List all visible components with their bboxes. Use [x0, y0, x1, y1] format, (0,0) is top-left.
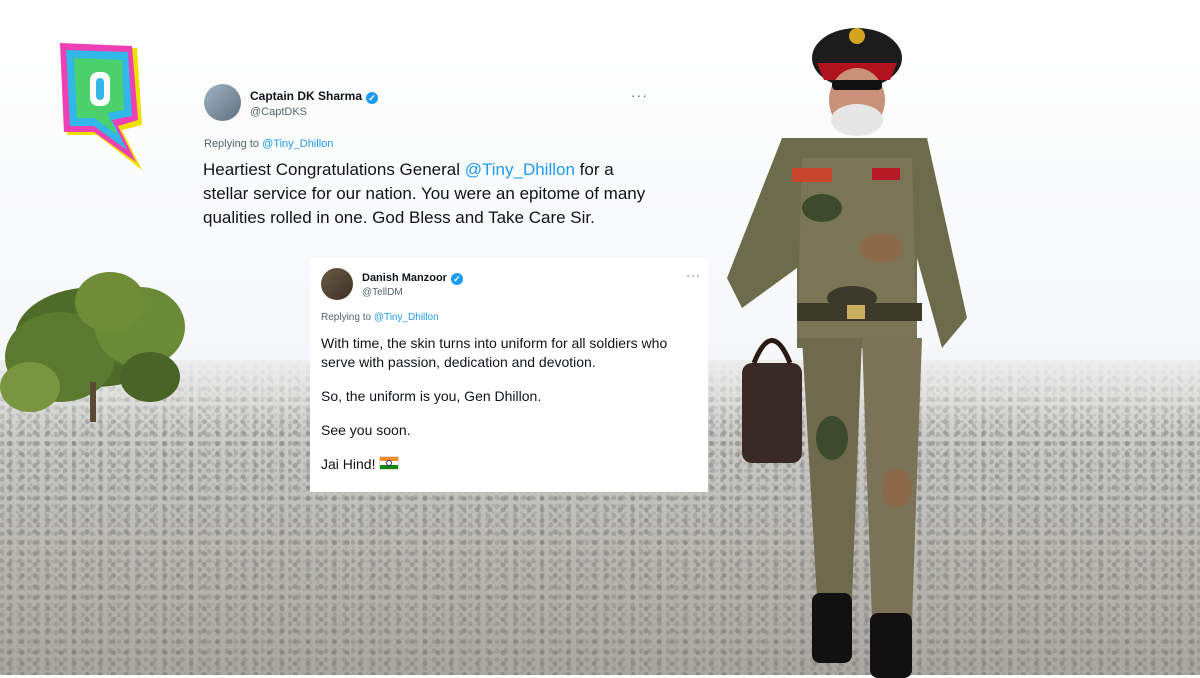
replying-to-link[interactable]: @Tiny_Dhillon — [374, 312, 439, 323]
verified-badge-icon: ✓ — [450, 273, 463, 285]
replying-to-link[interactable]: @Tiny_Dhillon — [262, 138, 333, 150]
pine-bush-image — [0, 272, 185, 422]
mention-link[interactable]: @Tiny_Dhillon — [465, 160, 575, 179]
tweet-text: With time, the skin turns into uniform f… — [321, 334, 701, 489]
avatar[interactable] — [321, 268, 353, 300]
replying-to: Replying to @Tiny_Dhillon — [204, 138, 334, 150]
tweet-danish-manzoor[interactable]: Danish Manzoor ✓ @TellDM ··· Replying to … — [310, 258, 708, 492]
more-options-icon[interactable]: ··· — [686, 268, 701, 282]
author-name[interactable]: Captain DK Sharma ✓ — [250, 89, 379, 104]
avatar[interactable] — [204, 84, 241, 121]
soldier-photo — [727, 28, 967, 678]
tweet-paragraph: Jai Hind! — [321, 455, 701, 474]
author-handle[interactable]: @CaptDKS — [250, 106, 307, 118]
tweet-paragraph: See you soon. — [321, 422, 411, 438]
the-quint-logo — [60, 43, 142, 170]
tweet-paragraph: So, the uniform is you, Gen Dhillon. — [321, 388, 542, 404]
india-flag-icon — [379, 456, 400, 470]
tweet-text: Heartiest Congratulations General @Tiny_… — [203, 160, 646, 227]
more-options-icon[interactable]: ··· — [631, 87, 648, 103]
tweet-paragraph: With time, the skin turns into uniform f… — [321, 335, 668, 370]
author-name[interactable]: Danish Manzoor ✓ — [362, 272, 463, 285]
author-handle[interactable]: @TellDM — [362, 287, 403, 298]
replying-to: Replying to @Tiny_Dhillon — [321, 312, 439, 323]
verified-badge-icon: ✓ — [366, 92, 379, 104]
